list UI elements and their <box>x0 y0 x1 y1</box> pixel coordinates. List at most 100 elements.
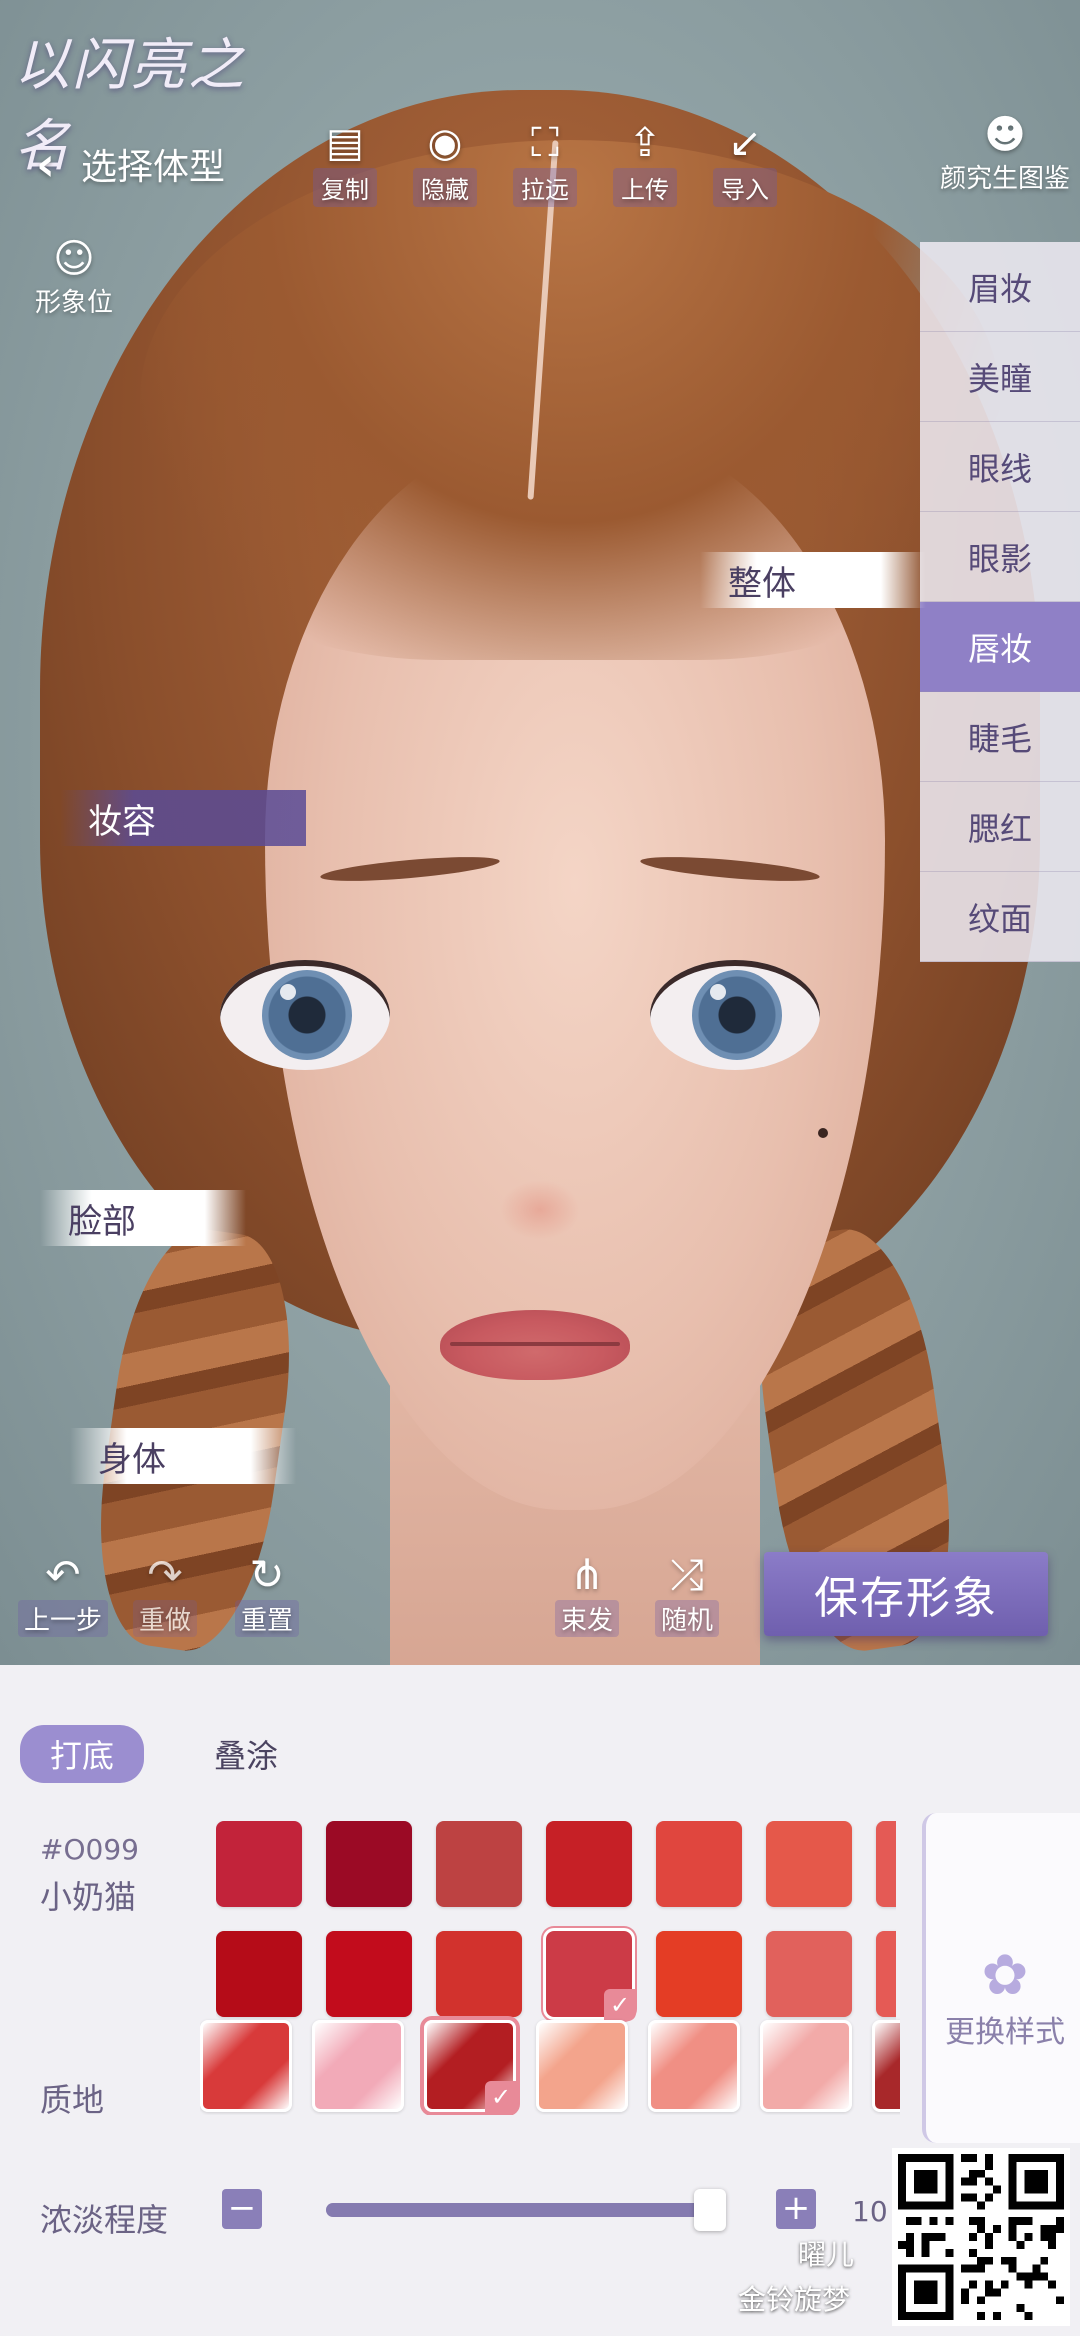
texture-option[interactable] <box>648 2020 740 2112</box>
back-select-body-button[interactable]: ‹ 选择体型 <box>36 132 225 196</box>
import-button[interactable]: ↙ 导入 <box>703 120 787 207</box>
redo-label: 重做 <box>132 1600 197 1637</box>
import-icon: ↙ <box>728 120 762 166</box>
character-nose <box>500 1180 580 1240</box>
texture-option[interactable] <box>872 2020 900 2112</box>
texture-list: ✓ <box>200 2015 900 2115</box>
qr-code <box>892 2148 1070 2326</box>
hide-label: 隐藏 <box>413 168 477 207</box>
color-swatch[interactable] <box>656 1931 742 2017</box>
section-tag-whole[interactable]: 整体 <box>700 552 926 608</box>
intensity-increase-button[interactable]: + <box>776 2189 816 2229</box>
beauty-mark <box>818 1128 828 1138</box>
back-label: 选择体型 <box>80 147 225 188</box>
gallery-button[interactable]: ☻ 颜究生图鉴 <box>930 112 1080 195</box>
color-swatch[interactable] <box>766 1821 852 1907</box>
intensity-slider-handle[interactable] <box>694 2189 726 2231</box>
comb-icon: ⋔ <box>569 1550 605 1599</box>
category-lips[interactable]: 唇妆 <box>920 602 1080 692</box>
texture-label: 质地 <box>40 2081 105 2119</box>
reset-button[interactable]: ↻ 重置 <box>222 1550 312 1637</box>
color-swatch[interactable] <box>216 1931 302 2017</box>
color-swatch[interactable] <box>436 1821 522 1907</box>
copy-button[interactable]: ▤ 复制 <box>303 120 387 207</box>
character-lips <box>440 1310 630 1380</box>
color-swatch[interactable] <box>216 1821 302 1907</box>
color-swatch[interactable] <box>876 1931 896 2017</box>
swatch-row: ✓ <box>216 1928 896 2021</box>
section-tag-face[interactable]: 脸部 <box>40 1190 246 1246</box>
intensity-label: 浓淡程度 <box>40 2201 169 2239</box>
undo-icon: ↶ <box>45 1550 81 1599</box>
watermark-server: 金铃旋梦 <box>738 2283 851 2316</box>
expand-icon: ⛶ <box>531 120 559 166</box>
color-swatch[interactable] <box>656 1821 742 1907</box>
flower-icon: ✿ <box>981 1943 1029 2008</box>
intensity-slider[interactable] <box>326 2189 726 2231</box>
chevron-left-icon: ‹ <box>36 137 55 191</box>
color-swatch[interactable] <box>766 1931 852 2017</box>
color-swatch[interactable] <box>326 1931 412 2017</box>
layer-tabs: 打底 叠涂 <box>20 1725 308 1783</box>
left-eye <box>220 960 390 1070</box>
portrait-icon: ☺ <box>53 236 95 282</box>
tie-hair-button[interactable]: ⋔ 束发 <box>542 1550 632 1637</box>
texture-option[interactable] <box>760 2020 852 2112</box>
redo-button[interactable]: ↷ 重做 <box>120 1550 210 1637</box>
color-swatch[interactable]: ✓ <box>543 1928 636 2021</box>
tab-overlay[interactable]: 叠涂 <box>184 1725 308 1783</box>
shade-name: 小奶猫 <box>40 1878 137 1916</box>
color-swatch[interactable] <box>876 1821 896 1907</box>
upload-button[interactable]: ⇪ 上传 <box>603 120 687 207</box>
makeup-category-menu: 眉妆 美瞳 眼线 眼影 唇妆 睫毛 腮红 纹面 <box>920 242 1080 962</box>
watermark-user: 曜儿 <box>798 2238 855 2271</box>
avatar-slot-label: 形象位 <box>34 288 113 318</box>
hide-button[interactable]: ◉ 隐藏 <box>403 120 487 207</box>
color-swatch-grid: ✓ <box>216 1821 896 2041</box>
right-eye <box>650 960 820 1070</box>
tie-hair-label: 束发 <box>554 1600 619 1637</box>
shade-info: #O099 小奶猫 <box>40 1833 139 1918</box>
shade-code: #O099 <box>40 1833 139 1866</box>
section-tag-makeup[interactable]: 妆容 <box>60 790 306 846</box>
girl-silhouette-icon: ☻ <box>984 112 1026 158</box>
check-icon: ✓ <box>485 2081 517 2113</box>
upload-label: 上传 <box>613 168 677 207</box>
texture-option[interactable]: ✓ <box>424 2020 517 2113</box>
intensity-slider-fill <box>326 2203 726 2217</box>
change-style-button[interactable]: ✿ 更换样式 <box>922 1813 1080 2143</box>
texture-option[interactable] <box>200 2020 292 2112</box>
intensity-value: 10 <box>852 2195 888 2228</box>
category-eyeshadow[interactable]: 眼影 <box>920 512 1080 602</box>
category-brow[interactable]: 眉妆 <box>920 242 1080 332</box>
texture-option[interactable] <box>312 2020 404 2112</box>
color-swatch[interactable] <box>436 1931 522 2017</box>
random-button[interactable]: ⤮ 随机 <box>642 1550 732 1637</box>
color-swatch[interactable] <box>326 1821 412 1907</box>
import-label: 导入 <box>713 168 777 207</box>
category-lens[interactable]: 美瞳 <box>920 332 1080 422</box>
texture-option[interactable] <box>536 2020 628 2112</box>
undo-button[interactable]: ↶ 上一步 <box>18 1550 108 1637</box>
tab-base[interactable]: 打底 <box>20 1725 145 1783</box>
copy-label: 复制 <box>313 168 377 207</box>
color-swatch[interactable] <box>546 1821 632 1907</box>
redo-icon: ↷ <box>147 1550 183 1599</box>
eye-icon: ◉ <box>427 120 463 166</box>
undo-label: 上一步 <box>18 1600 108 1637</box>
category-lashes[interactable]: 睫毛 <box>920 692 1080 782</box>
category-blush[interactable]: 腮红 <box>920 782 1080 872</box>
category-eyeliner[interactable]: 眼线 <box>920 422 1080 512</box>
zoom-out-label: 拉远 <box>513 168 577 207</box>
section-tag-body[interactable]: 身体 <box>70 1428 296 1484</box>
copy-icon: ▤ <box>326 120 364 166</box>
category-face-paint[interactable]: 纹面 <box>920 872 1080 962</box>
save-look-button[interactable]: 保存形象 <box>764 1552 1048 1636</box>
avatar-slot-button[interactable]: ☺ 形象位 <box>28 236 120 319</box>
random-label: 随机 <box>654 1600 719 1637</box>
gallery-label: 颜究生图鉴 <box>939 164 1070 194</box>
swatch-row <box>216 1821 896 1907</box>
upload-icon: ⇪ <box>628 120 662 166</box>
zoom-out-button[interactable]: ⛶ 拉远 <box>503 120 587 207</box>
intensity-decrease-button[interactable]: − <box>222 2189 262 2229</box>
